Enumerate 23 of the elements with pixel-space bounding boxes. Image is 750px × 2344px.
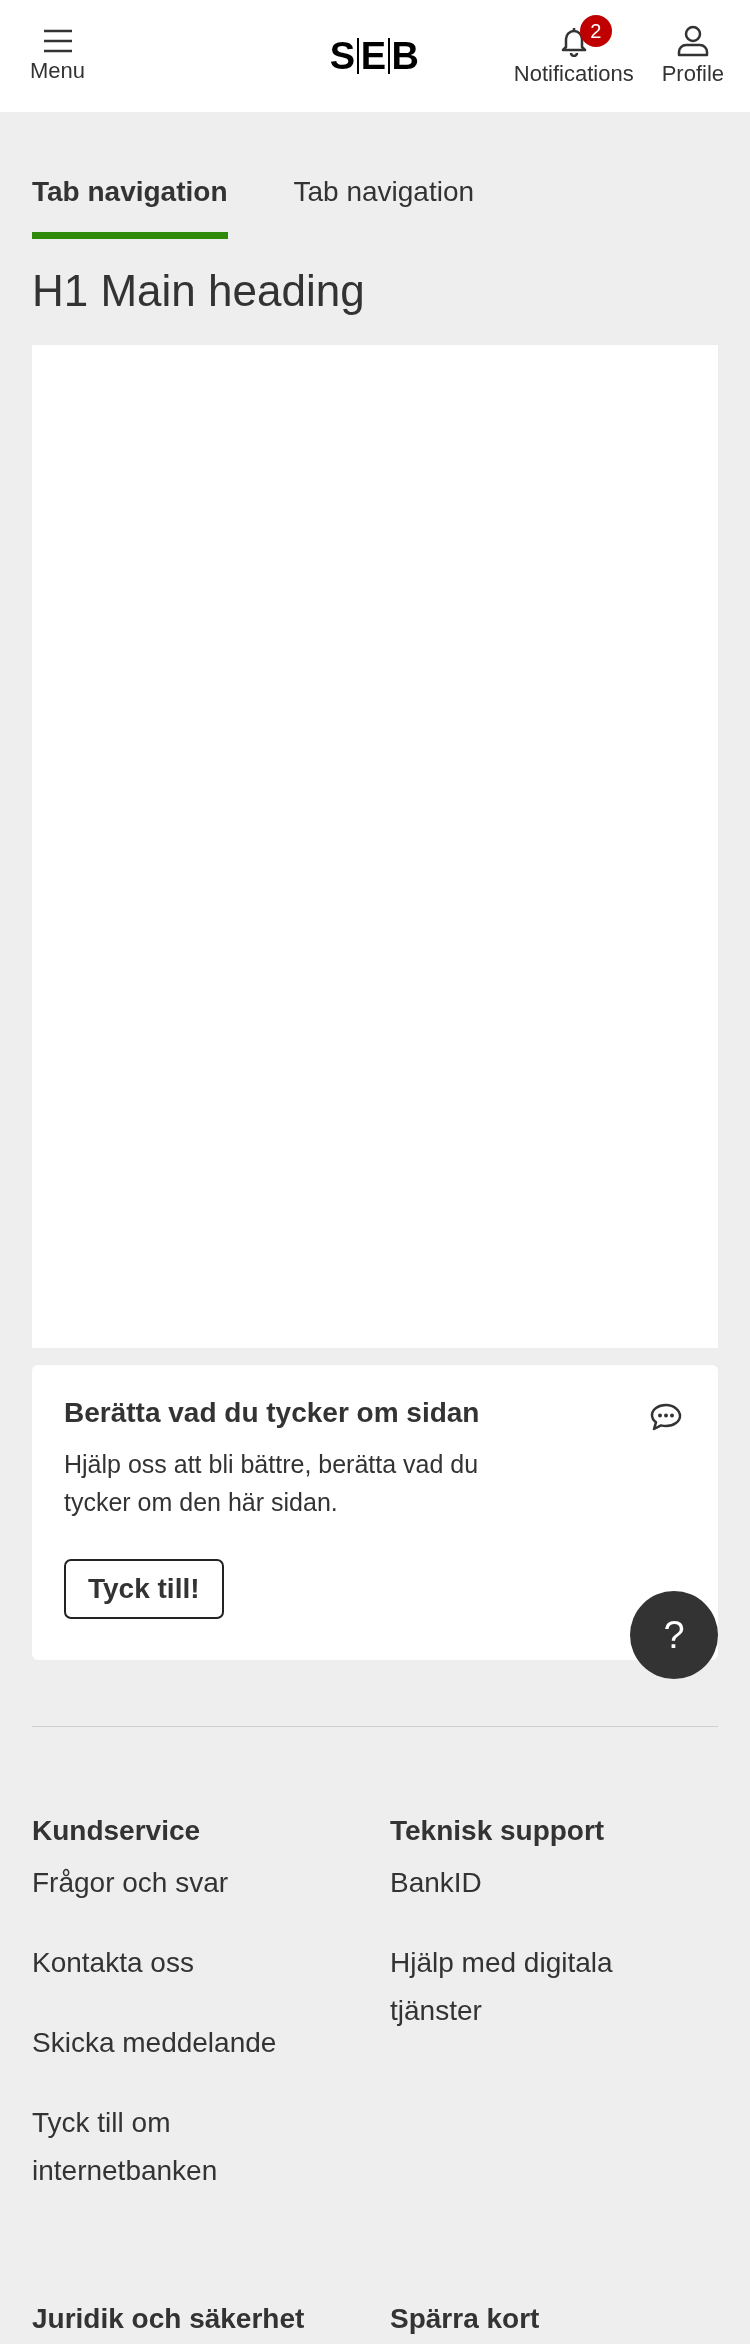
menu-icon bbox=[42, 28, 73, 54]
footer-heading: Juridik och säkerhet bbox=[32, 2302, 306, 2336]
tab[interactable]: Tab navigation bbox=[293, 176, 475, 239]
feedback-text: Hjälp oss att bli bättre, berätta vad du tycker om den här sidan. bbox=[64, 1449, 480, 1518]
feedback-title: Berätta vad du tycker om sidan bbox=[64, 1397, 480, 1429]
speech-bubble-icon bbox=[650, 1403, 682, 1431]
footer-link[interactable]: Hjälp med digitala tjänster bbox=[390, 1939, 680, 2035]
footer-heading: Spärra kort bbox=[390, 2302, 541, 2336]
footer-link[interactable]: Frågor och svar bbox=[32, 1859, 322, 1907]
footer-link[interactable]: BankID bbox=[390, 1859, 680, 1907]
notification-badge: 2 bbox=[579, 15, 612, 47]
footer-link[interactable]: Kontakta oss bbox=[32, 1939, 322, 1987]
footer-link[interactable]: Tyck till om internetbanken bbox=[32, 2099, 322, 2195]
footer-heading: Kundservice bbox=[32, 1814, 202, 1848]
feedback-button[interactable]: Tyck till! bbox=[64, 1559, 224, 1619]
footer-heading: Teknisk support bbox=[390, 1814, 606, 1848]
main-heading: H1 Main heading bbox=[32, 265, 366, 317]
footer-link[interactable]: Skicka meddelande bbox=[32, 2019, 322, 2067]
menu-button[interactable]: Menu bbox=[20, 22, 96, 90]
profile-button[interactable]: Profile bbox=[651, 19, 734, 93]
person-icon bbox=[675, 25, 710, 57]
tab[interactable]: Tab navigation bbox=[32, 176, 228, 239]
logo[interactable]: S E B bbox=[329, 34, 419, 78]
